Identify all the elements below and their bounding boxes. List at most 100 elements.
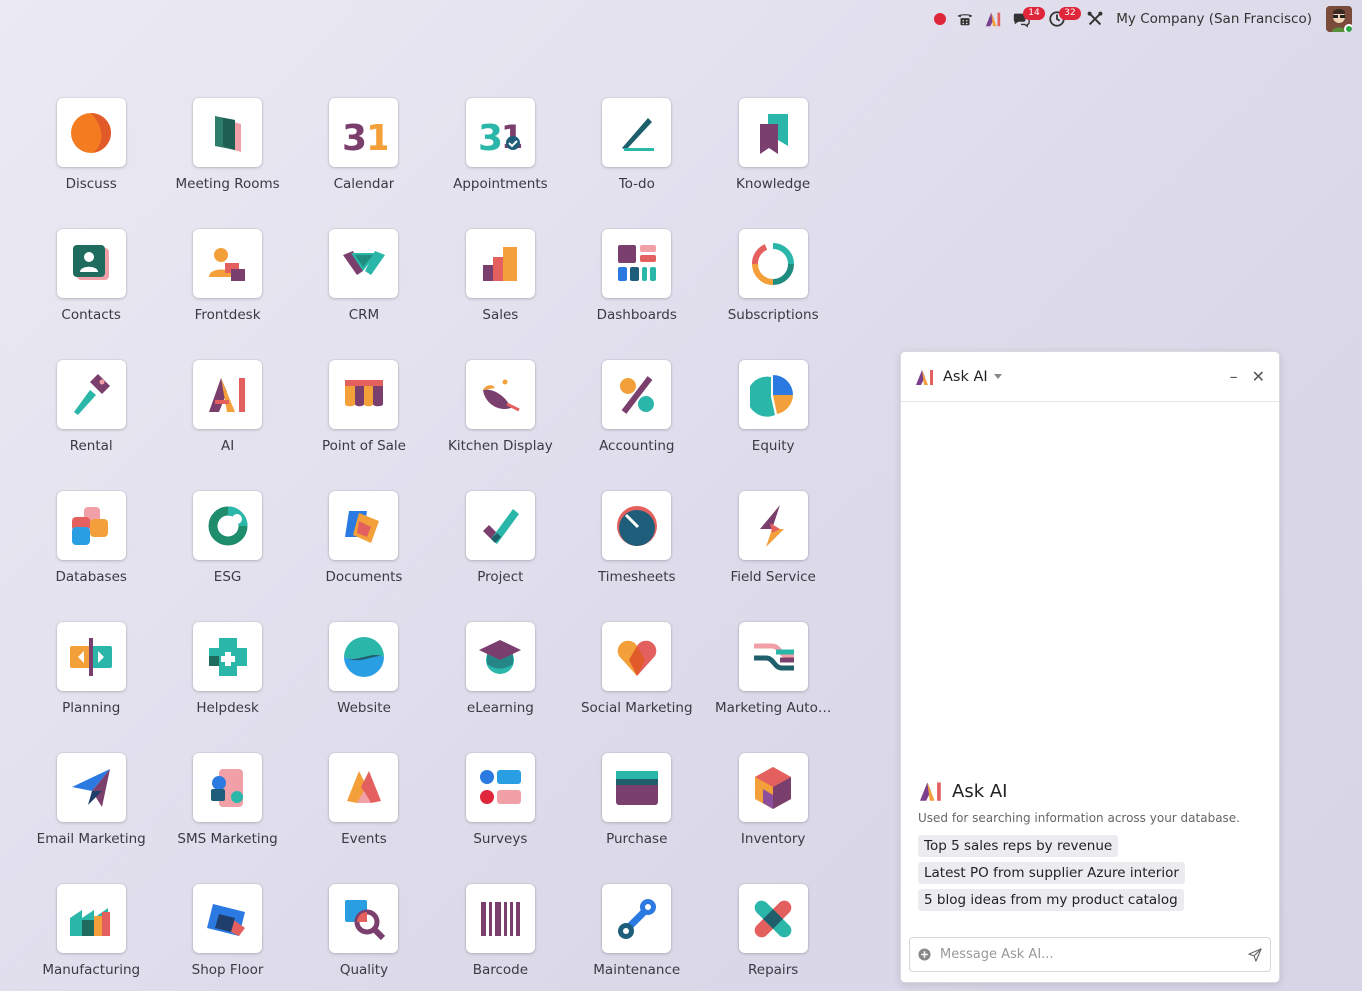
app-shop-floor[interactable]: Shop Floor (159, 884, 295, 991)
app-rental[interactable]: Rental (23, 360, 159, 491)
chevron-down-icon[interactable] (993, 374, 1002, 379)
minimize-button[interactable]: – (1230, 368, 1238, 385)
app-calendar[interactable]: 31 Calendar (296, 98, 432, 229)
app-tile[interactable] (465, 884, 535, 953)
app-tile[interactable] (56, 622, 126, 691)
app-tile[interactable] (465, 229, 535, 298)
app-tile[interactable] (465, 491, 535, 560)
app-tile[interactable] (56, 884, 126, 953)
app-subscriptions[interactable]: Subscriptions (705, 229, 841, 360)
app-appointments[interactable]: 31 Appointments (432, 98, 568, 229)
app-tile[interactable] (738, 884, 808, 953)
app-tile[interactable] (193, 491, 263, 560)
app-discuss[interactable]: Discuss (23, 98, 159, 229)
app-tile[interactable] (56, 491, 126, 560)
company-switcher[interactable]: My Company (San Francisco) (1116, 11, 1312, 27)
app-tile[interactable] (465, 622, 535, 691)
app-repairs[interactable]: Repairs (705, 884, 841, 991)
app-tile[interactable] (738, 229, 808, 298)
app-databases[interactable]: Databases (23, 491, 159, 622)
app-marketing-automation[interactable]: Marketing Auto… (705, 622, 841, 753)
app-tile[interactable] (738, 753, 808, 822)
phone-button[interactable] (956, 0, 974, 38)
ai-button[interactable] (984, 0, 1002, 38)
app-tile[interactable] (602, 98, 672, 167)
app-tile[interactable] (602, 884, 672, 953)
app-tile[interactable] (193, 622, 263, 691)
app-tile[interactable]: 31 (465, 98, 535, 167)
app-tile[interactable] (56, 229, 126, 298)
app-tile[interactable] (329, 229, 399, 298)
messages-button[interactable]: 14 (1012, 0, 1045, 38)
app-website[interactable]: Website (296, 622, 432, 753)
app-tile[interactable] (738, 491, 808, 560)
ask-ai-title[interactable]: Ask AI (943, 369, 988, 385)
app-project[interactable]: Project (432, 491, 568, 622)
app-point-of-sale[interactable]: Point of Sale (296, 360, 432, 491)
app-tile[interactable] (193, 98, 263, 167)
suggestion-chip[interactable]: 5 blog ideas from my product catalog (918, 889, 1184, 911)
app-tile[interactable] (738, 98, 808, 167)
app-sms-marketing[interactable]: SMS Marketing (159, 753, 295, 884)
app-accounting[interactable]: Accounting (569, 360, 705, 491)
app-planning[interactable]: Planning (23, 622, 159, 753)
app-helpdesk[interactable]: Helpdesk (159, 622, 295, 753)
app-tile[interactable] (193, 229, 263, 298)
app-tile[interactable] (465, 753, 535, 822)
recording-indicator[interactable] (934, 0, 947, 38)
app-todo[interactable]: To-do (569, 98, 705, 229)
app-tile[interactable] (602, 622, 672, 691)
app-crm[interactable]: CRM (296, 229, 432, 360)
activities-button[interactable]: 32 (1048, 0, 1081, 38)
app-tile[interactable] (193, 360, 263, 429)
app-social-marketing[interactable]: Social Marketing (569, 622, 705, 753)
app-sales[interactable]: Sales (432, 229, 568, 360)
app-tile[interactable] (602, 360, 672, 429)
app-tile[interactable] (193, 753, 263, 822)
app-email-marketing[interactable]: Email Marketing (23, 753, 159, 884)
app-elearning[interactable]: eLearning (432, 622, 568, 753)
app-tile[interactable] (738, 622, 808, 691)
app-purchase[interactable]: Purchase (569, 753, 705, 884)
app-surveys[interactable]: Surveys (432, 753, 568, 884)
app-tile[interactable] (329, 622, 399, 691)
app-frontdesk[interactable]: Frontdesk (159, 229, 295, 360)
app-tile[interactable] (329, 491, 399, 560)
app-tile[interactable] (193, 884, 263, 953)
app-knowledge[interactable]: Knowledge (705, 98, 841, 229)
settings-button[interactable] (1086, 0, 1104, 38)
message-input[interactable] (940, 947, 1248, 962)
app-tile[interactable] (56, 753, 126, 822)
suggestion-chip[interactable]: Top 5 sales reps by revenue (918, 835, 1119, 857)
app-kitchen-display[interactable]: Kitchen Display (432, 360, 568, 491)
app-inventory[interactable]: Inventory (705, 753, 841, 884)
app-barcode[interactable]: Barcode (432, 884, 568, 991)
app-esg[interactable]: ESG (159, 491, 295, 622)
app-events[interactable]: Events (296, 753, 432, 884)
app-tile[interactable] (56, 98, 126, 167)
suggestion-chip[interactable]: Latest PO from supplier Azure interior (918, 862, 1185, 884)
app-equity[interactable]: Equity (705, 360, 841, 491)
app-tile[interactable] (56, 360, 126, 429)
send-icon[interactable] (1248, 947, 1262, 962)
app-quality[interactable]: Quality (296, 884, 432, 991)
add-circle-icon[interactable] (918, 948, 931, 961)
app-tile[interactable] (602, 491, 672, 560)
app-meeting-rooms[interactable]: Meeting Rooms (159, 98, 295, 229)
app-tile[interactable] (329, 360, 399, 429)
app-ai[interactable]: AI (159, 360, 295, 491)
app-timesheets[interactable]: Timesheets (569, 491, 705, 622)
app-dashboards[interactable]: Dashboards (569, 229, 705, 360)
app-tile[interactable]: 31 (329, 98, 399, 167)
close-button[interactable]: ✕ (1252, 368, 1265, 385)
app-tile[interactable] (329, 884, 399, 953)
app-tile[interactable] (738, 360, 808, 429)
app-field-service[interactable]: Field Service (705, 491, 841, 622)
app-tile[interactable] (465, 360, 535, 429)
user-avatar[interactable] (1326, 6, 1352, 32)
app-maintenance[interactable]: Maintenance (569, 884, 705, 991)
app-tile[interactable] (602, 753, 672, 822)
app-manufacturing[interactable]: Manufacturing (23, 884, 159, 991)
app-tile[interactable] (602, 229, 672, 298)
app-contacts[interactable]: Contacts (23, 229, 159, 360)
